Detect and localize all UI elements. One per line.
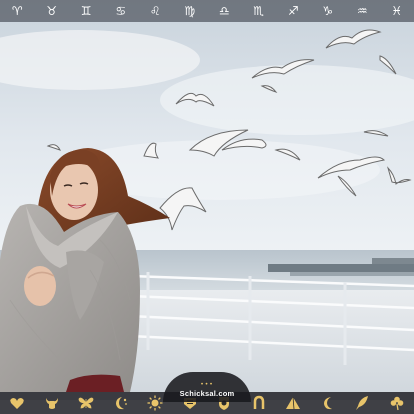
sun-icon[interactable] — [147, 395, 163, 411]
logo-dots: ••• — [200, 381, 214, 388]
heart-icon[interactable] — [9, 395, 25, 411]
sagittarius-icon[interactable]: ♐ — [280, 0, 306, 22]
capricorn-icon[interactable]: ♑ — [315, 0, 341, 22]
taurus-icon[interactable]: ♉ — [39, 0, 65, 22]
schicksal-logo[interactable]: ••• Schicksal.com — [163, 372, 251, 402]
zodiac-navigation-bar: ♈ ♉ ♊ ♋ ♌ ♍ ♎ ♏ ♐ ♑ ♒ ♓ — [0, 0, 414, 22]
aries-icon[interactable]: ♈ — [4, 0, 30, 22]
moon-stars-icon[interactable] — [113, 395, 129, 411]
virgo-icon[interactable]: ♍ — [177, 0, 203, 22]
quill-icon[interactable] — [354, 395, 370, 411]
gemini-icon[interactable]: ♊ — [73, 0, 99, 22]
pisces-icon[interactable]: ♓ — [384, 0, 410, 22]
clover-icon[interactable] — [389, 395, 405, 411]
scorpio-icon[interactable]: ♏ — [246, 0, 272, 22]
cancer-icon[interactable]: ♋ — [108, 0, 134, 22]
crescent-moon-icon[interactable] — [320, 395, 336, 411]
aquarius-icon[interactable]: ♒ — [349, 0, 375, 22]
libra-icon[interactable]: ♎ — [211, 0, 237, 22]
logo-text: Schicksal.com — [179, 389, 235, 398]
horseshoe-icon[interactable] — [251, 395, 267, 411]
bull-icon[interactable] — [44, 395, 60, 411]
leo-icon[interactable]: ♌ — [142, 0, 168, 22]
butterfly-icon[interactable] — [78, 395, 94, 411]
background-photo — [0, 0, 414, 414]
pyramid-icon[interactable] — [285, 395, 301, 411]
